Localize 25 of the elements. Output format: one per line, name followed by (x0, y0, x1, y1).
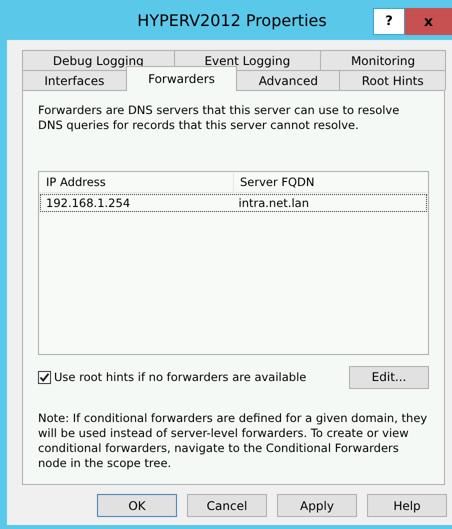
column-header[interactable]: Server FQDN (234, 173, 427, 192)
dialog-button[interactable]: Apply (277, 494, 357, 517)
tab[interactable]: Advanced (236, 70, 340, 90)
window-title: HYPERV2012 Properties (137, 10, 327, 30)
column-header[interactable]: IP Address (40, 173, 234, 192)
tab[interactable]: Interfaces (22, 70, 127, 90)
description-text: Forwarders are DNS servers that this server can use to resolve DNS queries for records that this server cannot resolve. (38, 103, 400, 133)
dialog-button[interactable]: Cancel (187, 494, 267, 517)
tab[interactable]: Forwarders (126, 66, 238, 91)
table-cell-text: intra.net.lan (238, 195, 310, 211)
close-button[interactable]: x (405, 8, 452, 35)
dialog-button[interactable]: OK (97, 494, 177, 517)
forwarders-list[interactable]: IP Address Server FQDN 192.168.1.254 intra.net.lan (38, 171, 429, 355)
help-button[interactable]: ? (373, 8, 405, 35)
checkbox-label[interactable]: Use root hints if no forwarders are available (54, 370, 306, 384)
tab[interactable]: Debug Logging (22, 50, 175, 70)
edit-button[interactable]: Edit... (349, 366, 429, 388)
note-text: Note: If conditional forwarders are defined for a given domain, they will be used instead of server-level forwarders. To create or view conditional forwarders, navigate to the Conditional Forwarders node in the scope tree. (38, 411, 428, 471)
tab[interactable]: Event Logging (174, 50, 322, 70)
tab[interactable]: Monitoring (320, 50, 446, 70)
dialog-button[interactable]: Help (367, 494, 447, 517)
tab[interactable]: Root Hints (339, 70, 446, 90)
table-cell-text: 192.168.1.254 (45, 195, 132, 211)
table-row[interactable]: 192.168.1.254 intra.net.lan (40, 194, 427, 212)
checkbox[interactable] (38, 370, 51, 384)
